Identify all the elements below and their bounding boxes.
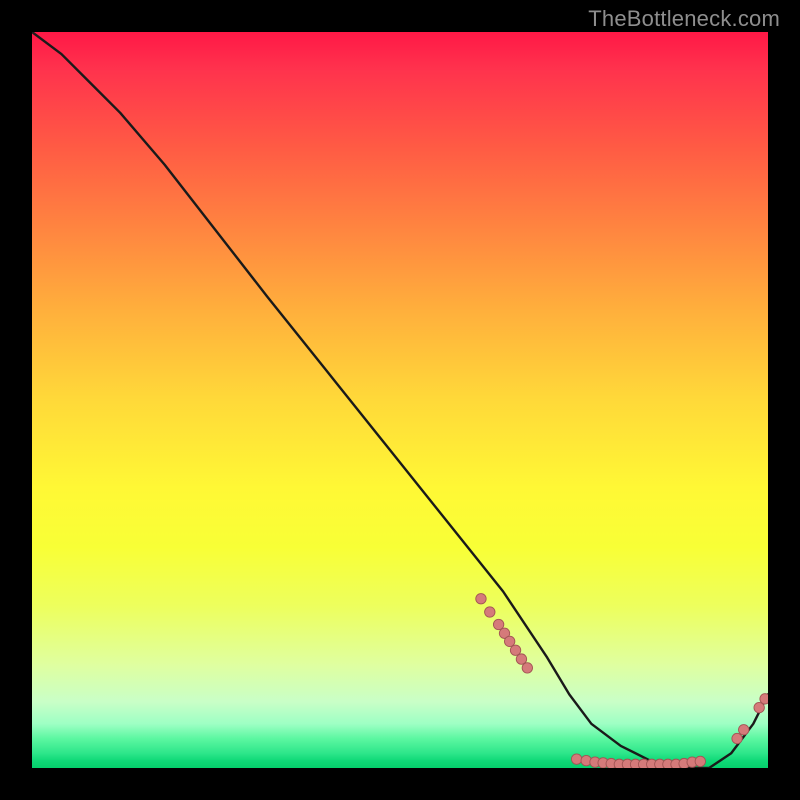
points-group — [476, 594, 768, 768]
data-point — [760, 694, 768, 704]
data-point — [485, 607, 495, 617]
figure-root: TheBottleneck.com — [0, 0, 800, 800]
data-point — [476, 594, 486, 604]
curve-group — [32, 32, 768, 768]
chart-overlay-svg — [32, 32, 768, 768]
data-point — [504, 636, 514, 646]
watermark-text: TheBottleneck.com — [588, 6, 780, 32]
data-point — [739, 725, 749, 735]
data-point — [516, 654, 526, 664]
plot-area — [32, 32, 768, 768]
data-point — [493, 619, 503, 629]
data-point — [522, 663, 532, 673]
data-point — [732, 733, 742, 743]
bottleneck-curve-path — [32, 32, 768, 768]
data-point — [571, 754, 581, 764]
data-point — [695, 756, 705, 766]
data-point — [510, 645, 520, 655]
data-point — [754, 702, 764, 712]
